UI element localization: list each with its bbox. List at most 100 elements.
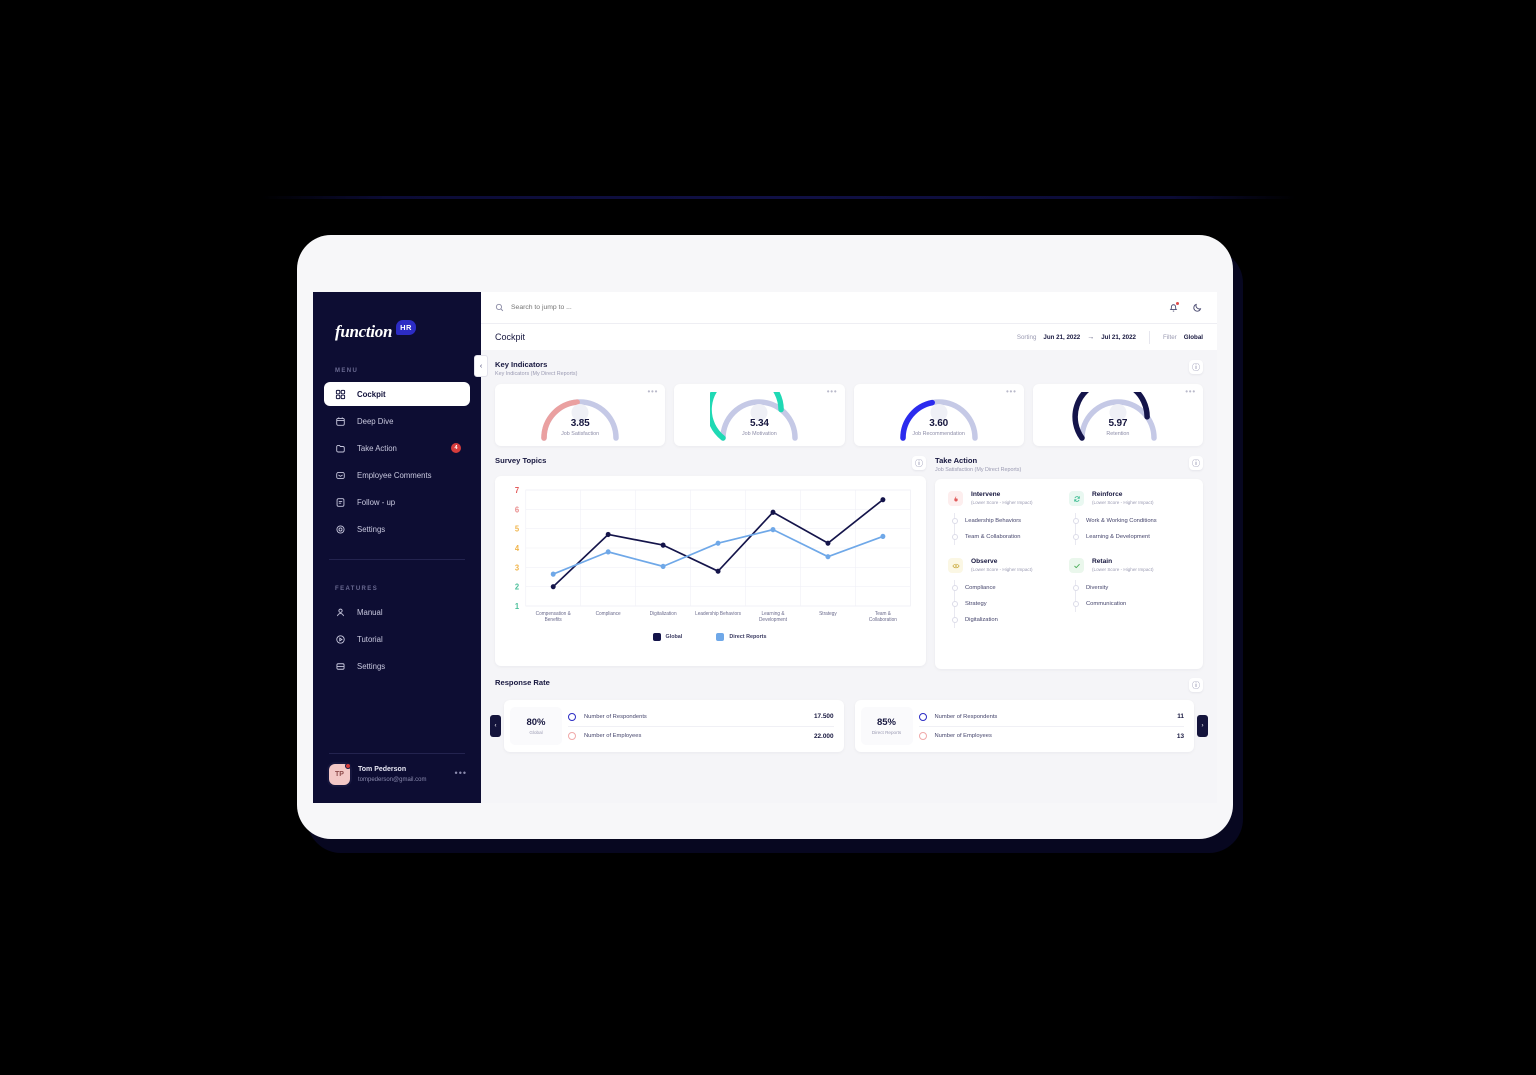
legend-swatch: [716, 633, 725, 641]
svg-text:2: 2: [515, 582, 520, 591]
sidebar-item-tutorial[interactable]: Tutorial: [324, 627, 470, 651]
sidebar-menu-label: MENU: [335, 368, 359, 374]
response-rate-header: Response Rate ⓘ: [495, 678, 1203, 692]
sidebar-item-take-action[interactable]: Take Action 4: [324, 436, 470, 460]
take-action-item[interactable]: Work & Working Conditions: [1086, 513, 1190, 529]
user-menu-button[interactable]: •••: [455, 768, 467, 778]
sidebar-item-features-settings[interactable]: Settings: [324, 654, 470, 678]
take-action-item[interactable]: Leadership Behaviors: [965, 513, 1069, 529]
take-action-item[interactable]: Strategy: [965, 596, 1069, 612]
divider: [1148, 330, 1150, 344]
carousel-next-button[interactable]: ›: [1197, 715, 1208, 737]
response-rate-row: Number of Employees 13: [918, 726, 1184, 745]
svg-text:7: 7: [515, 486, 519, 495]
arrow-right-icon: →: [1087, 333, 1095, 341]
response-rate-value: 11: [1177, 713, 1184, 720]
svg-text:Learning &: Learning &: [762, 611, 786, 617]
kpi-value: 3.60: [929, 418, 948, 429]
take-action-group: Intervene (Lower Score - Higher Impact) …: [948, 491, 1069, 545]
sliders-icon: [335, 661, 346, 672]
filter-value[interactable]: Global: [1184, 334, 1203, 341]
message-icon: [335, 470, 346, 481]
main-content: Cockpit Sorting Jun 21, 2022 → Jul 21, 2…: [481, 292, 1217, 803]
pagebar: Cockpit Sorting Jun 21, 2022 → Jul 21, 2…: [481, 323, 1217, 350]
svg-text:Digitalization: Digitalization: [650, 611, 677, 617]
kpi-label: Job Motivation: [741, 431, 777, 437]
brand-badge: HR: [396, 319, 416, 335]
tablet-screen: function HR MENU Cockpit Deep Dive Take …: [313, 292, 1217, 803]
svg-text:3: 3: [515, 563, 520, 572]
legend-swatch: [652, 633, 661, 641]
legend-label: Global: [665, 634, 683, 640]
response-rate-cards: 80% Global Number of Respondents 17.500 …: [495, 700, 1203, 752]
sidebar-item-employee-comments[interactable]: Employee Comments: [324, 463, 470, 487]
response-rate-percent-block: 85% Direct Reports: [860, 707, 913, 745]
sidebar-item-settings[interactable]: Settings: [324, 517, 470, 541]
sidebar: function HR MENU Cockpit Deep Dive Take …: [313, 292, 488, 803]
kpi-menu-button[interactable]: •••: [827, 387, 838, 396]
svg-text:Development: Development: [759, 617, 788, 623]
take-action-group: Reinforce (Lower Score - Higher Impact) …: [1069, 491, 1190, 545]
search-input[interactable]: [511, 304, 751, 311]
survey-topics-title: Survey Topics: [495, 456, 547, 465]
take-action-list: Work & Working Conditions Learning & Deve…: [1075, 513, 1190, 545]
sorting-label: Sorting: [1016, 333, 1037, 341]
take-action-item[interactable]: Compliance: [965, 580, 1069, 596]
response-rate-rows: Number of Respondents 11 Number of Emplo…: [918, 707, 1195, 745]
sidebar-item-manual[interactable]: Manual: [324, 600, 470, 624]
take-action-list: Leadership Behaviors Team & Collaboration: [954, 513, 1069, 545]
response-rate-card[interactable]: 80% Global Number of Respondents 17.500 …: [504, 700, 844, 752]
info-icon[interactable]: ⓘ: [1189, 360, 1203, 374]
sidebar-item-deep-dive[interactable]: Deep Dive: [324, 409, 470, 433]
bell-icon[interactable]: [1168, 302, 1179, 313]
info-icon[interactable]: ⓘ: [1189, 678, 1203, 692]
response-rate-label: Number of Employees: [584, 733, 642, 739]
sidebar-item-label: Follow - up: [357, 497, 396, 507]
svg-text:5: 5: [515, 524, 520, 533]
user-profile[interactable]: TP Tom Pederson tompederson@gmail.com ••…: [313, 763, 481, 803]
sidebar-item-follow-up[interactable]: Follow - up: [324, 490, 470, 514]
sidebar-item-cockpit[interactable]: Cockpit: [324, 382, 470, 406]
legend-item[interactable]: Global: [652, 633, 683, 641]
background-glow-line: [262, 196, 1296, 199]
gauge: 5.34 Job Motivation: [710, 392, 808, 444]
take-action-item[interactable]: Diversity: [1086, 580, 1190, 596]
kpi-menu-button[interactable]: •••: [1006, 387, 1017, 396]
date-from[interactable]: Jun 21, 2022: [1043, 334, 1080, 341]
svg-text:Compliance: Compliance: [596, 611, 621, 617]
legend-item[interactable]: Direct Reports: [716, 633, 766, 641]
info-icon[interactable]: ⓘ: [912, 456, 926, 470]
filter-label: Filter: [1162, 333, 1177, 341]
carousel-prev-button[interactable]: ‹: [490, 715, 501, 737]
middle-row: Survey Topics ⓘ 1 2 3 4 5 6 7 Compensation & Ben…: [495, 456, 1203, 669]
kpi-label: Job Recommendation: [912, 431, 965, 437]
kpi-card[interactable]: ••• 3.85 Job Satisfaction: [495, 384, 666, 446]
circle-indicator-icon: [568, 712, 576, 721]
info-icon[interactable]: ⓘ: [1189, 456, 1203, 470]
kpi-card[interactable]: ••• 5.34 Job Motivation: [674, 384, 845, 446]
topbar-icons: [1168, 302, 1203, 313]
kpi-card[interactable]: ••• 5.97 Retention: [1032, 384, 1203, 446]
user-name: Tom Pederson: [358, 766, 407, 774]
take-action-item[interactable]: Digitalization: [965, 612, 1069, 628]
kpi-menu-button[interactable]: •••: [1185, 387, 1196, 396]
moon-icon[interactable]: [1192, 302, 1203, 313]
survey-topics-chart-card: 1 2 3 4 5 6 7 Compensation & Benefits Compliance D…: [495, 476, 926, 666]
kpi-menu-button[interactable]: •••: [647, 387, 658, 396]
sidebar-item-label: Employee Comments: [357, 470, 432, 480]
response-rate-card[interactable]: 85% Direct Reports Number of Respondents…: [854, 700, 1195, 752]
date-to[interactable]: Jul 21, 2022: [1101, 334, 1136, 341]
brand-logo[interactable]: function HR: [313, 292, 481, 342]
take-action-row-top: Intervene (Lower Score - Higher Impact) …: [948, 491, 1190, 545]
sidebar-item-label: Settings: [357, 661, 386, 671]
svg-text:6: 6: [515, 505, 520, 514]
take-action-item[interactable]: Communication: [1086, 596, 1190, 612]
response-rate-scope: Direct Reports: [871, 729, 902, 735]
take-action-item[interactable]: Learning & Development: [1086, 529, 1190, 545]
sidebar-collapse-button[interactable]: ‹: [474, 355, 488, 377]
sidebar-item-label: Manual: [357, 607, 383, 617]
kpi-card[interactable]: ••• 3.60 Job Recommendation: [853, 384, 1024, 446]
kpi-value: 5.34: [750, 418, 769, 429]
search-bar[interactable]: [495, 299, 1160, 317]
take-action-item[interactable]: Team & Collaboration: [965, 529, 1069, 545]
